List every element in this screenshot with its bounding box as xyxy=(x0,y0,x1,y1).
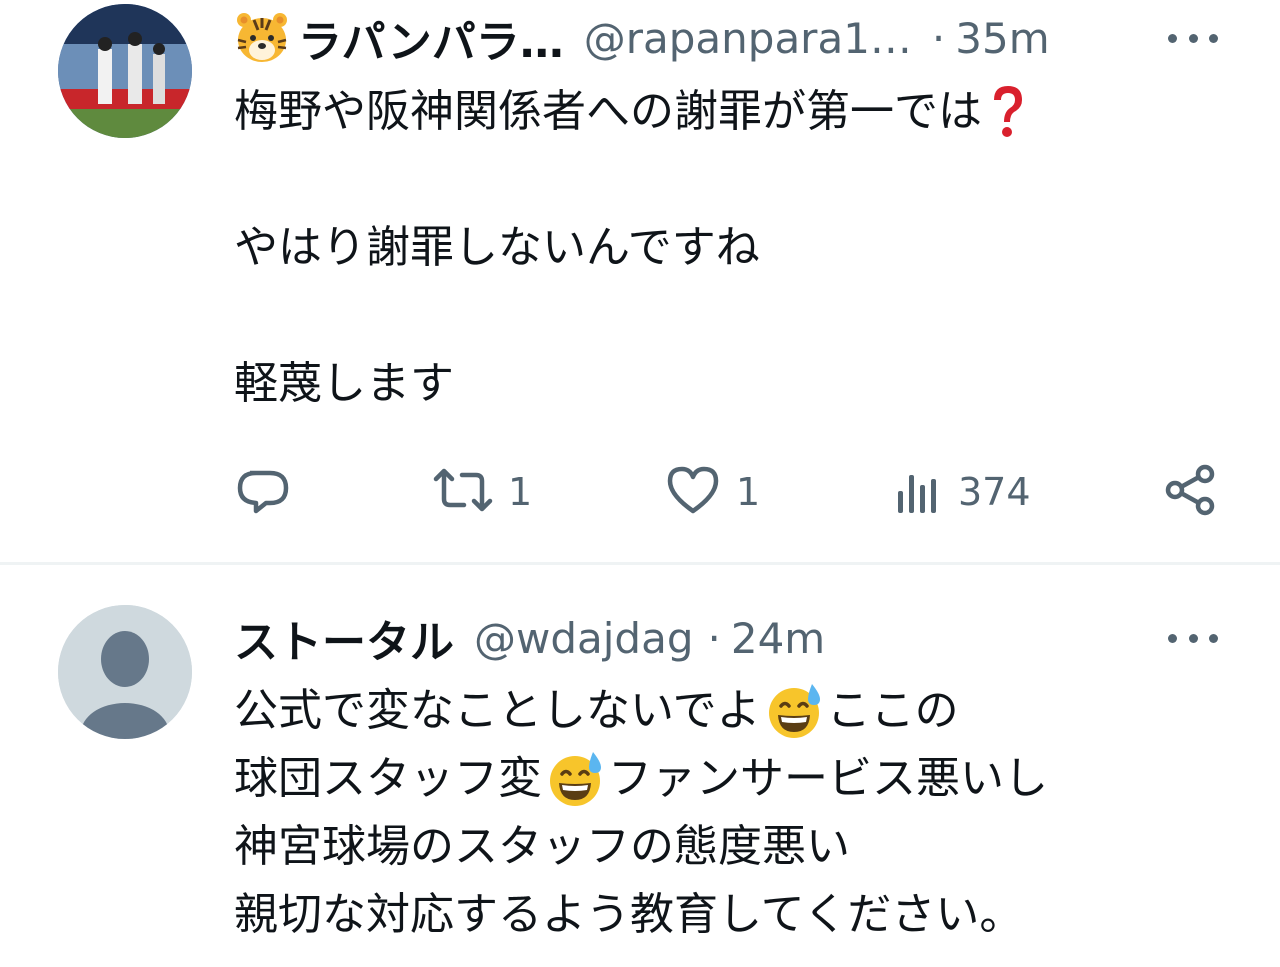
separator-dot: · xyxy=(931,13,946,63)
retweet-button[interactable]: 1 xyxy=(432,458,532,526)
text-span: 公式で変なことしないでよ xyxy=(234,685,761,736)
grinning-face-with-sweat-icon xyxy=(765,682,823,740)
text-span: 親切な対応するよう教育してください。 xyxy=(234,889,1024,940)
dot xyxy=(1188,633,1198,643)
share-icon xyxy=(1162,461,1220,523)
analytics-icon xyxy=(894,461,944,523)
dot xyxy=(1188,33,1198,43)
more-options-button[interactable] xyxy=(1168,26,1218,50)
text-line: 球団スタッフ変 ファンサービス悪いし xyxy=(234,745,1048,813)
like-count: 1 xyxy=(736,470,761,514)
view-count: 374 xyxy=(958,470,1031,514)
default-avatar[interactable] xyxy=(58,605,192,739)
user-handle[interactable]: @wdajdag xyxy=(474,614,693,663)
timestamp[interactable]: 35m xyxy=(955,14,1049,63)
tweet-text: 梅野や阪神関係者への謝罪が第一では やはり謝罪しないんですね 軽蔑します xyxy=(234,78,1030,418)
tweet-text: 公式で変なことしないでよ ここの 球団スタッフ変 ファンサービス悪いし 神宮球場… xyxy=(234,677,1048,949)
views-button[interactable]: 374 xyxy=(894,458,1031,526)
share-button[interactable] xyxy=(1162,458,1220,526)
red-question-mark-icon xyxy=(986,82,1030,142)
heart-icon xyxy=(664,461,722,523)
text-line xyxy=(234,146,1030,214)
grinning-face-with-sweat-icon xyxy=(546,750,604,808)
reply-button[interactable] xyxy=(234,458,306,526)
text-span: ファンサービス悪いし xyxy=(608,753,1048,804)
user-handle[interactable]: @rapanpara1… xyxy=(584,14,912,63)
retweet-icon xyxy=(432,461,494,523)
dot xyxy=(1168,33,1177,43)
dot xyxy=(1168,633,1177,643)
text-line xyxy=(234,282,1030,350)
timestamp[interactable]: 24m xyxy=(731,614,825,663)
text-line: 軽蔑します xyxy=(234,350,1030,418)
text-line: 神宮球場のスタッフの態度悪い xyxy=(234,813,1048,881)
avatar-photo xyxy=(58,4,192,138)
text-line: 親切な対応するよう教育してください。 xyxy=(234,881,1048,949)
tiger-face-icon xyxy=(234,10,290,66)
tweet-2[interactable]: ストータル @wdajdag · 24m 公式で変なことしないでよ ここの 球団… xyxy=(0,565,1280,967)
text-span: やはり謝罪しないんですね xyxy=(234,222,760,273)
tweet-header: ストータル @wdajdag · 24m xyxy=(234,606,825,670)
tweet-header: ラパンパラ… @rapanpara1… · 35m xyxy=(234,8,1050,68)
text-span: 梅野や阪神関係者への謝罪が第一では xyxy=(234,86,982,137)
retweet-count: 1 xyxy=(508,470,533,514)
text-span: 球団スタッフ変 xyxy=(234,753,542,804)
text-line: 公式で変なことしないでよ ここの xyxy=(234,677,1048,745)
reply-icon xyxy=(234,461,292,523)
like-button[interactable]: 1 xyxy=(664,458,760,526)
text-line: やはり謝罪しないんですね xyxy=(234,214,1030,282)
more-options-button[interactable] xyxy=(1168,626,1218,650)
dot xyxy=(1209,33,1218,43)
text-line: 梅野や阪神関係者への謝罪が第一では xyxy=(234,78,1030,146)
default-profile-icon xyxy=(58,605,192,739)
avatar[interactable] xyxy=(58,4,192,138)
separator-dot: · xyxy=(707,613,721,663)
dot xyxy=(1209,633,1218,643)
display-name[interactable]: ストータル xyxy=(234,606,454,670)
text-span: 神宮球場のスタッフの態度悪い xyxy=(234,821,850,872)
text-span: ここの xyxy=(826,685,959,736)
display-name[interactable]: ラパンパラ… xyxy=(298,6,564,70)
tweet-1[interactable]: ラパンパラ… @rapanpara1… · 35m 梅野や阪神関係者への謝罪が第… xyxy=(0,0,1280,562)
action-bar: 1 1 374 xyxy=(234,458,1234,526)
text-span: 軽蔑します xyxy=(234,358,454,409)
